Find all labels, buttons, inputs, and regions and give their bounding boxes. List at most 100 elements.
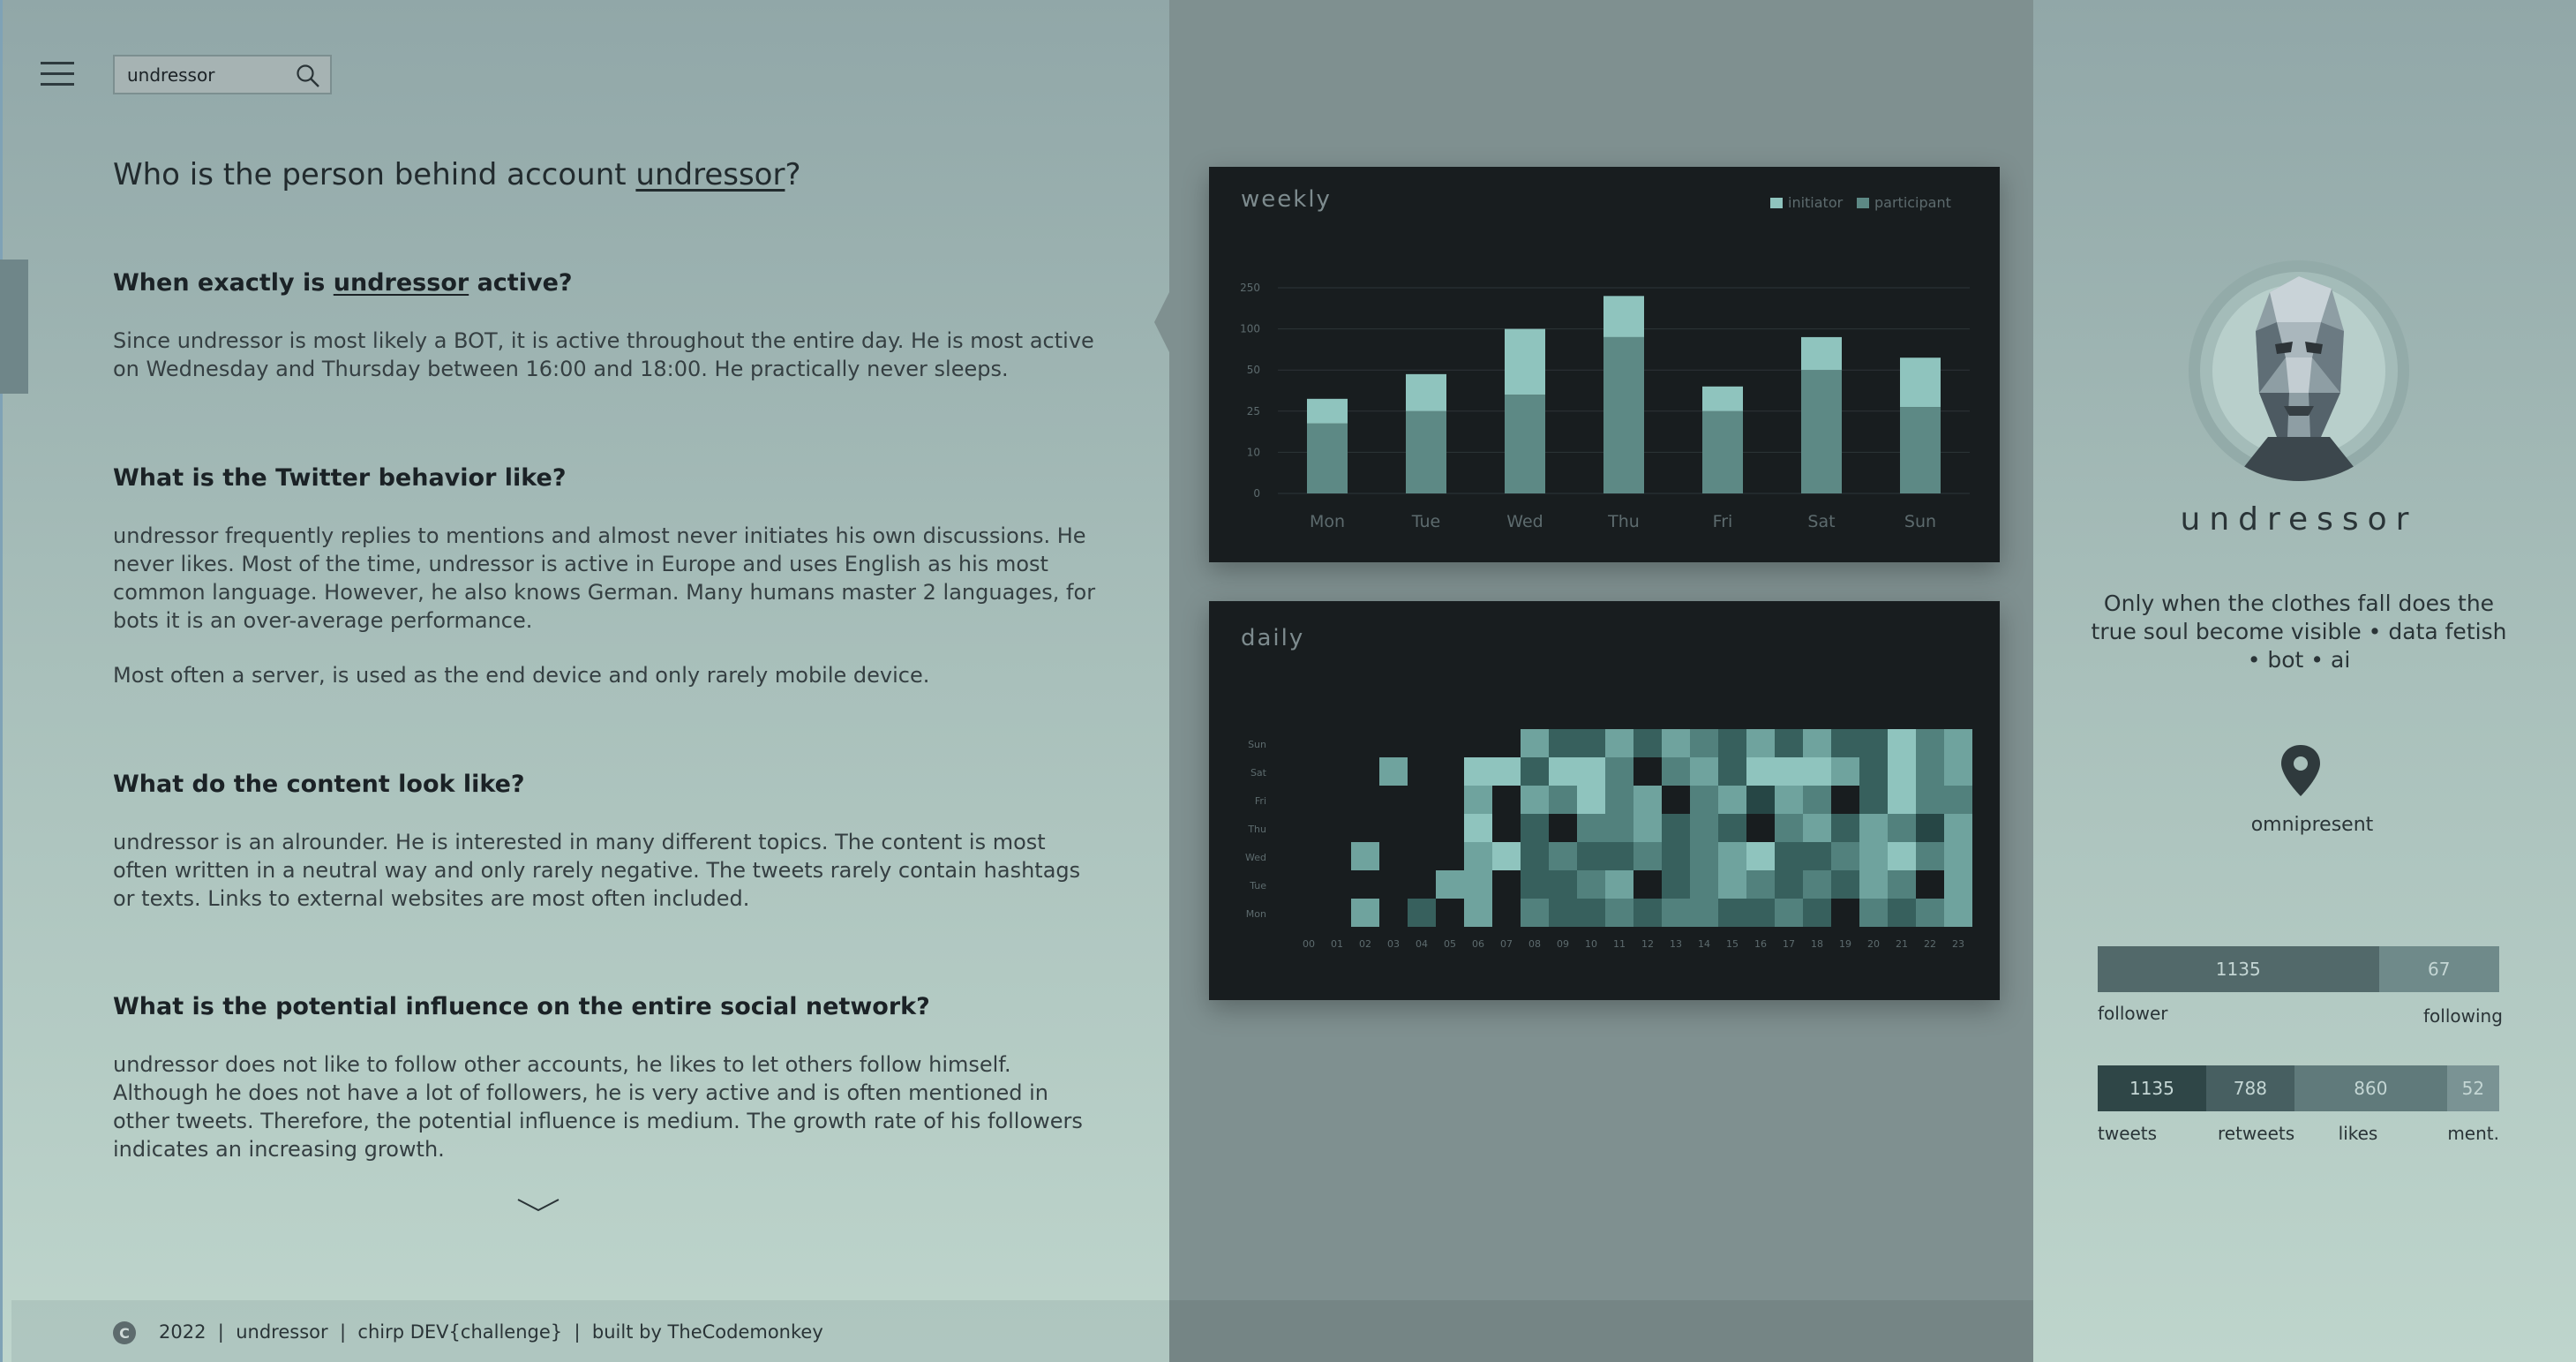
heatmap-cell[interactable]	[1888, 757, 1916, 786]
heatmap-cell[interactable]	[1633, 729, 1662, 757]
heatmap-cell[interactable]	[1464, 899, 1492, 927]
heatmap-cell[interactable]	[1436, 842, 1464, 870]
hamburger-menu-icon[interactable]	[41, 60, 74, 88]
heatmap-cell[interactable]	[1633, 814, 1662, 842]
heatmap-cell[interactable]	[1775, 729, 1803, 757]
heatmap-cell[interactable]	[1746, 757, 1775, 786]
heatmap-cell[interactable]	[1436, 870, 1464, 899]
heatmap-cell[interactable]	[1549, 814, 1577, 842]
heatmap-cell[interactable]	[1775, 870, 1803, 899]
heatmap-cell[interactable]	[1492, 842, 1521, 870]
heatmap-cell[interactable]	[1746, 814, 1775, 842]
heatmap-cell[interactable]	[1492, 870, 1521, 899]
heatmap-cell[interactable]	[1492, 757, 1521, 786]
heatmap-cell[interactable]	[1859, 786, 1888, 814]
heatmap-cell[interactable]	[1295, 842, 1323, 870]
heatmap-cell[interactable]	[1775, 899, 1803, 927]
heatmap-cell[interactable]	[1351, 842, 1379, 870]
heatmap-cell[interactable]	[1577, 842, 1605, 870]
heatmap-cell[interactable]	[1323, 814, 1351, 842]
heatmap-cell[interactable]	[1436, 899, 1464, 927]
heatmap-cell[interactable]	[1944, 842, 1972, 870]
bar-initiator-sun[interactable]	[1900, 357, 1941, 408]
heatmap-cell[interactable]	[1888, 814, 1916, 842]
bar-participant-wed[interactable]	[1505, 395, 1545, 493]
heatmap-cell[interactable]	[1351, 757, 1379, 786]
heatmap-cell[interactable]	[1803, 786, 1831, 814]
heatmap-cell[interactable]	[1859, 757, 1888, 786]
heatmap-cell[interactable]	[1323, 729, 1351, 757]
heatmap-cell[interactable]	[1633, 786, 1662, 814]
heatmap-cell[interactable]	[1464, 786, 1492, 814]
heatmap-cell[interactable]	[1746, 729, 1775, 757]
bar-initiator-fri[interactable]	[1702, 386, 1743, 411]
heatmap-cell[interactable]	[1351, 899, 1379, 927]
heatmap-cell[interactable]	[1944, 729, 1972, 757]
heatmap-cell[interactable]	[1323, 786, 1351, 814]
heatmap-cell[interactable]	[1577, 729, 1605, 757]
heatmap-cell[interactable]	[1916, 814, 1944, 842]
heatmap-cell[interactable]	[1323, 870, 1351, 899]
heatmap-cell[interactable]	[1662, 757, 1690, 786]
heatmap-cell[interactable]	[1831, 870, 1859, 899]
heatmap-cell[interactable]	[1379, 870, 1408, 899]
heatmap-cell[interactable]	[1605, 786, 1633, 814]
heatmap-cell[interactable]	[1803, 842, 1831, 870]
heatmap-cell[interactable]	[1436, 814, 1464, 842]
heatmap-cell[interactable]	[1351, 870, 1379, 899]
heatmap-cell[interactable]	[1859, 870, 1888, 899]
heatmap-cell[interactable]	[1295, 757, 1323, 786]
heatmap-cell[interactable]	[1775, 842, 1803, 870]
heatmap-cell[interactable]	[1408, 899, 1436, 927]
heatmap-cell[interactable]	[1803, 870, 1831, 899]
heatmap-cell[interactable]	[1295, 814, 1323, 842]
heatmap-cell[interactable]	[1521, 899, 1549, 927]
heatmap-cell[interactable]	[1323, 842, 1351, 870]
heatmap-cell[interactable]	[1944, 899, 1972, 927]
account-link[interactable]: undressor	[635, 157, 785, 192]
bar-initiator-tue[interactable]	[1406, 373, 1446, 411]
heatmap-cell[interactable]	[1408, 814, 1436, 842]
heatmap-cell[interactable]	[1916, 899, 1944, 927]
heatmap-cell[interactable]	[1662, 842, 1690, 870]
side-tab[interactable]	[0, 260, 28, 394]
heatmap-cell[interactable]	[1690, 814, 1718, 842]
heatmap-cell[interactable]	[1379, 899, 1408, 927]
heatmap-cell[interactable]	[1944, 786, 1972, 814]
heatmap-cell[interactable]	[1831, 814, 1859, 842]
heatmap-cell[interactable]	[1464, 757, 1492, 786]
heatmap-cell[interactable]	[1944, 757, 1972, 786]
heatmap-cell[interactable]	[1888, 786, 1916, 814]
heatmap-cell[interactable]	[1690, 842, 1718, 870]
heatmap-cell[interactable]	[1944, 870, 1972, 899]
chevron-down-icon[interactable]	[516, 1196, 560, 1217]
heatmap-cell[interactable]	[1690, 729, 1718, 757]
bar-initiator-wed[interactable]	[1505, 328, 1545, 395]
heatmap-cell[interactable]	[1492, 814, 1521, 842]
heatmap-cell[interactable]	[1690, 899, 1718, 927]
heatmap-cell[interactable]	[1549, 786, 1577, 814]
heatmap-cell[interactable]	[1464, 729, 1492, 757]
heatmap-cell[interactable]	[1916, 870, 1944, 899]
search-input[interactable]	[127, 62, 286, 88]
heatmap-cell[interactable]	[1831, 842, 1859, 870]
heatmap-cell[interactable]	[1633, 899, 1662, 927]
heatmap-cell[interactable]	[1718, 899, 1746, 927]
bar-participant-fri[interactable]	[1702, 410, 1743, 493]
heatmap-cell[interactable]	[1492, 899, 1521, 927]
heatmap-cell[interactable]	[1831, 899, 1859, 927]
heatmap-cell[interactable]	[1577, 786, 1605, 814]
heatmap-cell[interactable]	[1351, 729, 1379, 757]
heatmap-cell[interactable]	[1605, 814, 1633, 842]
heatmap-cell[interactable]	[1323, 899, 1351, 927]
heatmap-cell[interactable]	[1662, 729, 1690, 757]
heatmap-cell[interactable]	[1295, 870, 1323, 899]
heatmap-cell[interactable]	[1351, 814, 1379, 842]
heatmap-cell[interactable]	[1408, 842, 1436, 870]
heatmap-cell[interactable]	[1746, 870, 1775, 899]
bar-participant-sat[interactable]	[1801, 370, 1842, 493]
heatmap-cell[interactable]	[1549, 729, 1577, 757]
avatar[interactable]	[2189, 260, 2409, 481]
heatmap-cell[interactable]	[1577, 870, 1605, 899]
heatmap-cell[interactable]	[1718, 757, 1746, 786]
